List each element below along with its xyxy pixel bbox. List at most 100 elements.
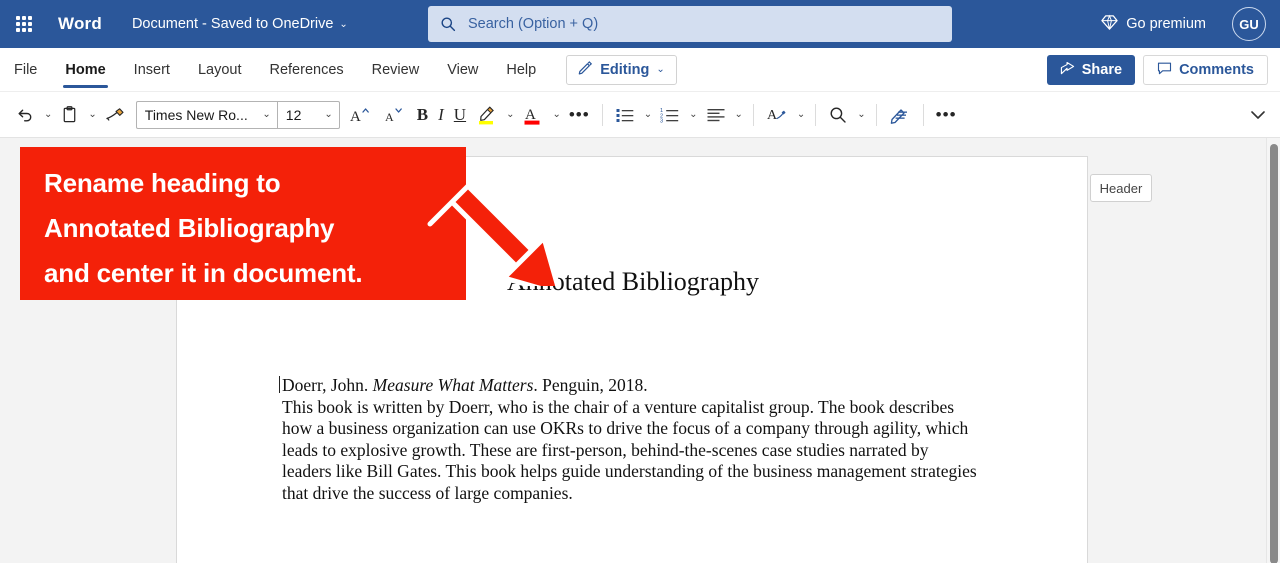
undo-dropdown[interactable]: ⌄ [40, 99, 55, 131]
tab-view[interactable]: View [433, 48, 492, 92]
annotation-paragraph: This book is written by Doerr, who is th… [282, 396, 977, 503]
italic-button[interactable]: I [433, 99, 449, 131]
editing-mode-label: Editing [600, 61, 650, 78]
toolbar-divider [752, 103, 754, 126]
go-premium-button[interactable]: Go premium [1101, 0, 1206, 48]
bold-button[interactable]: B [412, 99, 433, 131]
app-launcher-icon[interactable] [0, 0, 48, 48]
share-label: Share [1081, 62, 1123, 78]
search-box[interactable] [428, 6, 952, 42]
svg-text:A: A [767, 108, 778, 123]
ellipsis-icon: ••• [568, 104, 590, 124]
citation-title: Measure What Matters [372, 375, 534, 395]
tab-help[interactable]: Help [492, 48, 550, 92]
paste-dropdown[interactable]: ⌄ [84, 99, 99, 131]
find-button[interactable] [823, 99, 853, 131]
format-painter-button[interactable] [100, 99, 132, 131]
chevron-down-icon: ⌄ [656, 64, 665, 75]
dictate-button[interactable] [884, 99, 916, 131]
tab-review-label: Review [371, 61, 420, 78]
svg-text:A: A [350, 109, 361, 125]
alignment-dropdown[interactable]: ⌄ [731, 99, 746, 131]
font-name-value: Times New Ro... [144, 106, 248, 123]
document-title[interactable]: Document - Saved to OneDrive ⌄ [132, 16, 348, 32]
avatar[interactable]: GU [1232, 7, 1266, 41]
font-color-dropdown[interactable]: ⌄ [548, 99, 563, 131]
collapse-ribbon-button[interactable] [1246, 103, 1270, 127]
tab-references-label: References [269, 61, 344, 78]
waffle-grid [16, 16, 32, 32]
underline-label: U [453, 104, 467, 124]
app-name[interactable]: Word [58, 14, 102, 34]
chevron-down-icon: ⌄ [88, 109, 97, 120]
chevron-down-icon: ⌄ [506, 109, 515, 120]
title-bar: Word Document - Saved to OneDrive ⌄ Go [0, 0, 1280, 48]
chevron-down-icon: ⌄ [689, 109, 698, 120]
more-font-options-button[interactable]: ••• [564, 99, 595, 131]
editing-mode-button[interactable]: Editing ⌄ [566, 54, 677, 85]
citation-line: Doerr, John. Measure What Matters. Pengu… [279, 375, 982, 397]
avatar-initials: GU [1239, 16, 1259, 32]
alignment-button[interactable] [701, 99, 731, 131]
find-dropdown[interactable]: ⌄ [853, 99, 868, 131]
annotation-callout: Rename heading to Annotated Bibliography… [20, 147, 466, 300]
tab-view-label: View [447, 61, 479, 78]
tab-file[interactable]: File [0, 48, 51, 92]
font-name-dropdown[interactable]: Times New Ro... ⌄ [137, 102, 277, 128]
ribbon-actions: Share Comments [1046, 55, 1268, 85]
scrollbar-thumb[interactable] [1270, 144, 1278, 563]
bullets-button[interactable] [610, 99, 640, 131]
go-premium-label: Go premium [1126, 16, 1206, 32]
tab-help-label: Help [506, 61, 537, 78]
styles-button[interactable]: A [761, 99, 793, 131]
text-highlight-color-button[interactable] [471, 99, 502, 131]
bullets-dropdown[interactable]: ⌄ [640, 99, 655, 131]
svg-text:3: 3 [660, 118, 663, 123]
font-size-dropdown[interactable]: 12 ⌄ [276, 101, 339, 128]
numbering-dropdown[interactable]: ⌄ [685, 99, 700, 131]
italic-label: I [438, 104, 444, 124]
undo-button[interactable] [10, 99, 40, 131]
comments-button[interactable]: Comments [1143, 55, 1268, 85]
chevron-down-icon: ⌄ [339, 18, 348, 30]
font-color-button[interactable]: A [517, 99, 548, 131]
tab-layout-label: Layout [197, 61, 242, 78]
shrink-font-button[interactable]: A [378, 99, 412, 131]
styles-dropdown[interactable]: ⌄ [793, 99, 808, 131]
document-title-text: Document - Saved to OneDrive [131, 16, 334, 32]
tab-review[interactable]: Review [358, 48, 434, 92]
bold-label: B [416, 104, 429, 124]
citation-rest: . Penguin, 2018. [533, 375, 648, 395]
toolbar-divider [922, 103, 924, 126]
diamond-icon [1101, 14, 1118, 35]
search-input[interactable] [466, 15, 940, 33]
font-controls: Times New Ro... ⌄ 12 ⌄ [135, 100, 340, 129]
svg-text:A: A [525, 107, 536, 123]
svg-text:A: A [385, 110, 394, 124]
chevron-down-icon: ⌄ [552, 109, 561, 120]
share-button[interactable]: Share [1046, 55, 1136, 85]
ellipsis-icon: ••• [935, 104, 957, 124]
grow-font-button[interactable]: A [344, 99, 378, 131]
underline-button[interactable]: U [449, 99, 471, 131]
tab-home[interactable]: Home [51, 48, 119, 92]
document-body[interactable]: Doerr, John. Measure What Matters. Pengu… [279, 375, 982, 504]
vertical-scrollbar[interactable] [1266, 138, 1280, 563]
tab-insert[interactable]: Insert [120, 48, 184, 92]
toolbar-divider [601, 103, 603, 126]
comment-icon [1157, 61, 1172, 80]
chevron-down-icon: ⌄ [262, 109, 271, 120]
paste-button[interactable] [55, 99, 84, 131]
more-options-button[interactable]: ••• [931, 99, 962, 131]
annotation-line-2: Annotated Bibliography [44, 213, 335, 243]
chevron-down-icon: ⌄ [734, 109, 743, 120]
header-button-label: Header [1099, 180, 1143, 196]
tab-references[interactable]: References [255, 48, 357, 92]
header-button[interactable]: Header [1090, 174, 1152, 202]
tab-layout[interactable]: Layout [184, 48, 256, 92]
chevron-down-icon: ⌄ [44, 109, 53, 120]
ribbon-tab-bar: File Home Insert Layout References Revie… [0, 48, 1280, 92]
numbering-button[interactable]: 1 2 3 [655, 99, 685, 131]
tab-file-label: File [14, 61, 38, 78]
highlight-dropdown[interactable]: ⌄ [502, 99, 517, 131]
